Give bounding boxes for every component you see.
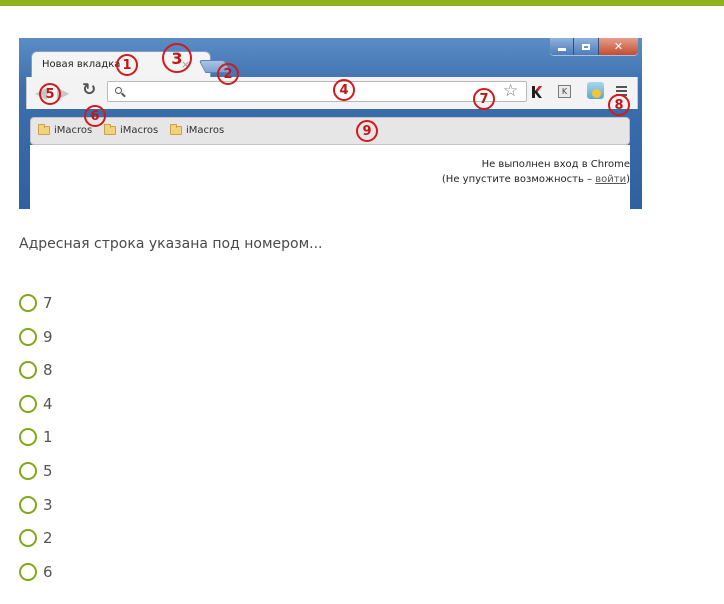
minimize-icon (550, 38, 575, 55)
signin-link: войти (595, 174, 627, 185)
close-window-icon: ✕ (598, 38, 638, 55)
option-label: 2 (43, 529, 53, 547)
marker-2: 2 (217, 63, 239, 85)
option-label: 7 (43, 294, 53, 312)
marker-6: 6 (84, 105, 106, 127)
option-label: 3 (43, 496, 53, 514)
folder-icon (170, 124, 182, 135)
radio-button[interactable] (19, 361, 37, 379)
question-text: Адресная строка указана под номером... (19, 236, 323, 252)
signin-hint-suffix: ) (626, 174, 630, 185)
browser-screenshot: ✕ Новая вкладка × ◀ ▶ ↻ ☆ K iMacros iMac… (19, 38, 642, 209)
answer-option[interactable]: 3 (19, 494, 53, 516)
answer-option[interactable]: 2 (19, 527, 53, 549)
bookmarks-bar: iMacros iMacros iMacros (30, 117, 630, 145)
marker-3: 3 (162, 43, 192, 73)
bookmark-label: iMacros (120, 125, 159, 136)
reload-icon: ↻ (82, 80, 97, 100)
address-bar (107, 81, 527, 102)
radio-button[interactable] (19, 462, 37, 480)
answer-option[interactable]: 5 (19, 460, 53, 482)
marker-8: 8 (608, 94, 630, 116)
bookmark-item: iMacros (170, 124, 225, 136)
answer-option[interactable]: 8 (19, 359, 53, 381)
radio-button[interactable] (19, 428, 37, 446)
radio-button[interactable] (19, 529, 37, 547)
window-controls: ✕ (550, 38, 638, 55)
extension-image-icon (587, 82, 604, 99)
browser-toolbar: ◀ ▶ ↻ ☆ K (26, 77, 638, 109)
signin-hint: (Не упустите возможность – войти) (442, 174, 630, 185)
tab-title: Новая вкладка (42, 59, 121, 70)
radio-button[interactable] (19, 395, 37, 413)
option-label: 5 (43, 462, 53, 480)
marker-1: 1 (116, 54, 138, 76)
radio-button[interactable] (19, 328, 37, 346)
search-icon (115, 87, 122, 94)
answer-option[interactable]: 1 (19, 426, 53, 448)
option-label: 4 (43, 395, 53, 413)
folder-icon (104, 124, 116, 135)
option-label: 1 (43, 428, 53, 446)
answer-option[interactable]: 6 (19, 561, 53, 583)
answer-option[interactable]: 9 (19, 326, 53, 348)
signin-hint-prefix: (Не упустите возможность – (441, 174, 596, 185)
option-label: 6 (43, 563, 53, 581)
bookmark-label: iMacros (54, 125, 93, 136)
radio-button[interactable] (19, 294, 37, 312)
marker-7: 7 (473, 88, 495, 110)
marker-5: 5 (39, 83, 61, 105)
bookmark-star-icon: ☆ (503, 81, 519, 101)
radio-button[interactable] (19, 563, 37, 581)
option-label: 9 (43, 328, 53, 346)
bookmark-item: iMacros (104, 124, 159, 136)
marker-9: 9 (356, 120, 378, 142)
bookmark-label: iMacros (186, 125, 225, 136)
extension-k-icon: K (558, 85, 571, 98)
kaspersky-extension-icon (532, 86, 542, 98)
top-accent-bar (0, 0, 724, 6)
answer-option[interactable]: 4 (19, 393, 53, 415)
option-label: 8 (43, 361, 53, 379)
radio-button[interactable] (19, 496, 37, 514)
marker-4: 4 (333, 79, 355, 101)
folder-icon (38, 124, 50, 135)
bookmark-item: iMacros (38, 124, 93, 136)
answer-option[interactable]: 7 (19, 292, 53, 314)
maximize-icon (574, 38, 599, 55)
page-content: Не выполнен вход в Chrome (Не упустите в… (30, 145, 630, 209)
signin-status: Не выполнен вход в Chrome (481, 159, 630, 170)
